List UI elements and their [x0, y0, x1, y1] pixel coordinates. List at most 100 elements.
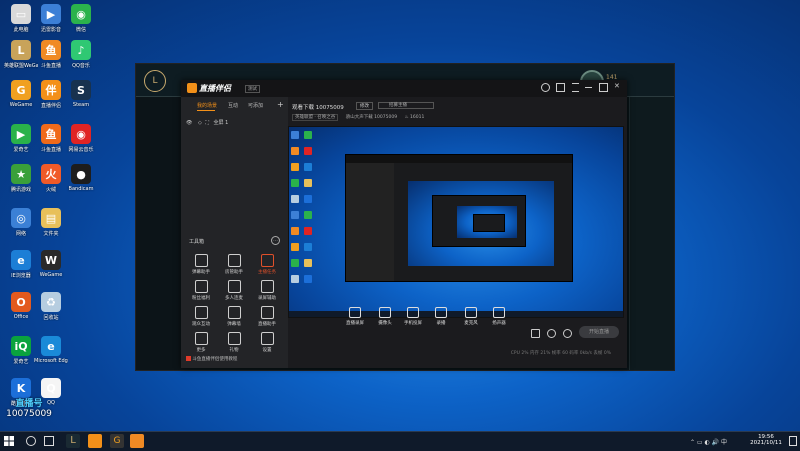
status-bar: CPU 2% 内存 21% 帧率 60 码率 0kb/s 丢帧 0% — [510, 351, 611, 356]
desktop-icon[interactable]: 鱼斗鱼直播 — [34, 40, 68, 69]
settings-gear-icon[interactable] — [563, 329, 572, 338]
desktop-icon[interactable]: O Office — [4, 292, 38, 320]
menu-icon[interactable] — [571, 83, 579, 92]
preview-desktop-icon — [291, 243, 299, 251]
tool-item[interactable]: 弹幕墙 — [220, 306, 248, 327]
preview-desktop-icon — [304, 131, 312, 139]
lock-icon[interactable]: ◇ — [198, 120, 202, 126]
desktop-icon[interactable]: ▤ 文件夹 — [34, 208, 68, 237]
add-scene-icon[interactable]: + — [277, 100, 284, 109]
tab-addable[interactable]: 可添加 — [248, 102, 263, 109]
tool-item[interactable]: 弹幕助手 — [187, 254, 215, 275]
desktop-icon[interactable]: ◎ 网络 — [4, 208, 38, 237]
desktop-icon-image: e — [41, 336, 61, 356]
settings-icon[interactable] — [541, 83, 550, 92]
preview-desktop-icon — [291, 131, 299, 139]
desktop-icon[interactable]: ♻ 回收站 — [34, 292, 68, 321]
desktop-icon[interactable]: e Microsoft Edge — [34, 336, 68, 364]
preview-desktop-icon — [291, 163, 299, 171]
desktop-icon[interactable]: S Steam — [64, 80, 98, 108]
bottom-control-icon — [379, 307, 391, 318]
desktop-icon[interactable]: G WeGame — [4, 80, 38, 108]
room-name-input[interactable]: 招募主播 — [378, 102, 434, 109]
desktop-icon[interactable]: ◉ 微信 — [64, 4, 98, 33]
bottom-control-button[interactable]: 录播 — [428, 307, 454, 326]
tool-item[interactable]: 更多 — [187, 332, 215, 353]
scene-row[interactable]: 👁 ◇ ⛶ 全屏 1 — [186, 119, 228, 126]
tutorial-tip-text: 斗鱼直播伴侣使用教程 — [192, 357, 238, 362]
app-logo-icon — [187, 83, 197, 93]
desktop-icon-label: WeGame — [9, 102, 33, 108]
desktop-icon[interactable]: 伴直播伴侣 — [34, 80, 68, 109]
category-tag[interactable]: 英雄联盟 · 召唤之谷 — [292, 114, 339, 121]
bottom-control-button[interactable]: 直播录屏 — [342, 307, 368, 326]
maximize-icon[interactable] — [598, 83, 608, 92]
bottom-control-button[interactable]: 麦克风 — [458, 307, 484, 326]
bottom-control-button[interactable]: 摄像头 — [372, 307, 398, 326]
edit-title-button[interactable]: 修改 — [356, 102, 373, 110]
bottom-control-button[interactable]: 扬声器 — [486, 307, 512, 326]
tools-more-icon[interactable]: … — [271, 236, 280, 245]
desktop-icon[interactable]: e IE浏览器 — [4, 250, 38, 279]
tool-item[interactable]: 设置 — [253, 332, 281, 353]
search-icon[interactable] — [26, 436, 36, 446]
desktop-icon[interactable]: ★ 腾讯游戏 — [4, 164, 38, 193]
desktop-icon-label: Microsoft Edge — [34, 358, 68, 364]
desktop-icon[interactable]: L 英雄联盟WeGame版 — [4, 40, 38, 69]
desktop-icon[interactable]: ♪ QQ音乐 — [64, 40, 98, 69]
desktop-icon-label: 爱奇艺 — [13, 147, 29, 153]
visibility-icon[interactable]: 👁 — [186, 120, 192, 126]
tools-header: 工具箱 — [189, 239, 205, 245]
desktop-icon[interactable]: ▶ 爱奇艺 — [4, 124, 38, 153]
start-button[interactable] — [4, 436, 14, 446]
desktop-icon[interactable]: W WeGame — [34, 250, 68, 278]
desktop-icon-label: 直播伴侣 — [40, 103, 61, 109]
desktop-icon[interactable]: ▶ 迅雷影音 — [34, 4, 68, 33]
tab-my-scenes[interactable]: 我的场景 — [197, 102, 217, 109]
eye-icon[interactable] — [547, 329, 556, 338]
notification-icon[interactable] — [789, 436, 797, 446]
tool-item[interactable]: 观众互动 — [187, 306, 215, 327]
desktop-icon-image: K — [11, 378, 31, 398]
taskbar-douyu-icon[interactable] — [130, 434, 144, 448]
task-view-icon[interactable] — [44, 436, 54, 446]
tool-item[interactable]: 礼物 — [220, 332, 248, 353]
desktop-icon[interactable]: 鱼斗鱼直播 — [34, 124, 68, 153]
taskbar-game-icon[interactable]: L — [66, 434, 80, 448]
desktop-icon-label: 网络 — [15, 231, 26, 237]
tool-icon — [260, 306, 274, 319]
bottom-control-button[interactable]: 手机投屏 — [400, 307, 426, 326]
live-preview[interactable] — [288, 126, 624, 318]
desktop-icon-label: QQ音乐 — [72, 63, 90, 69]
bottom-control-label: 摄像头 — [378, 321, 392, 326]
desktop-icon[interactable]: ▭ 此电脑 — [4, 4, 38, 33]
pin-icon[interactable] — [556, 83, 566, 92]
tool-item[interactable]: 粉丝福利 — [187, 280, 215, 301]
desktop-icon-image: ▶ — [41, 4, 61, 24]
desktop-icon-image: 火 — [41, 164, 61, 184]
taskbar-wegame-icon[interactable]: G — [110, 434, 124, 448]
tool-icon — [260, 332, 274, 345]
tab-interact[interactable]: 互动 — [228, 102, 238, 109]
tool-item[interactable]: 主播任务 — [253, 254, 281, 275]
desktop-icon[interactable]: 火火绒 — [34, 164, 68, 193]
clock[interactable]: 19:56 2021/10/11 — [748, 434, 784, 446]
start-live-button[interactable]: 开始直播 — [579, 326, 619, 338]
desktop-icon-image: ▭ — [11, 4, 31, 24]
tutorial-tip[interactable]: 斗鱼直播伴侣使用教程 — [186, 356, 237, 362]
close-icon[interactable]: ✕ — [614, 83, 621, 90]
desktop-icon-label: 此电脑 — [13, 27, 29, 33]
desktop-icon[interactable]: ◉ 网易云音乐 — [64, 124, 98, 153]
tool-item[interactable]: 直播助手 — [253, 306, 281, 327]
camera-icon[interactable] — [531, 329, 540, 338]
minimize-icon[interactable] — [585, 83, 593, 88]
desktop-icon[interactable]: iQ 爱奇艺 — [4, 336, 38, 365]
tray-icons[interactable]: ⌃ ▭ ◐ 🔊 中 — [690, 437, 727, 446]
tool-item[interactable]: 多人连麦 — [220, 280, 248, 301]
room-meta-text: 骄山大声下载 10075009 — [345, 115, 398, 120]
tool-item[interactable]: 房管助手 — [220, 254, 248, 275]
tool-label: 直播助手 — [258, 322, 276, 327]
tool-item[interactable]: 录屏辅助 — [253, 280, 281, 301]
taskbar-stream-app-icon[interactable] — [88, 434, 102, 448]
desktop-icon[interactable]: ● Bandicam — [64, 164, 98, 192]
